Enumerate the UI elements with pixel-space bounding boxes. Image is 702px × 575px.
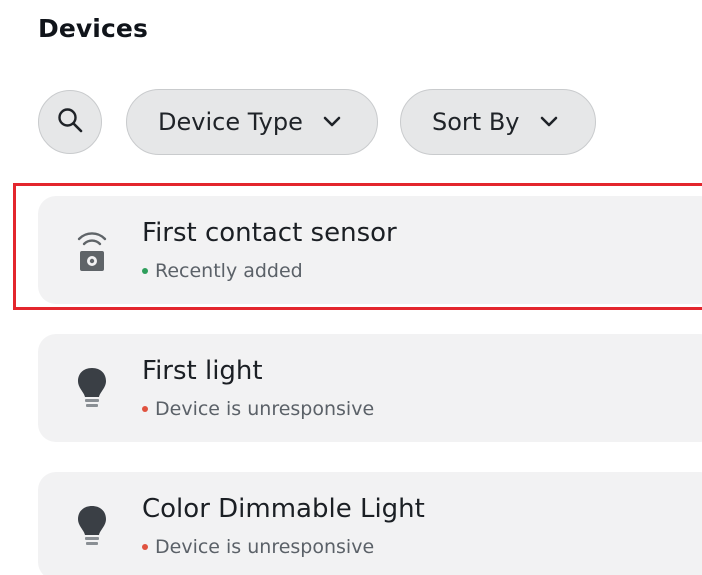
device-status-text: Device is unresponsive [155,536,375,558]
status-dot [142,268,148,274]
device-status: Recently added [142,260,303,282]
page-title: Devices [38,14,148,43]
sort-by-filter[interactable]: Sort By [400,89,596,155]
device-type-filter[interactable]: Device Type [126,89,378,155]
device-status-text: Recently added [155,260,303,282]
devices-page: Devices Device Type Sort By First contac… [0,0,702,575]
filter-bar: Device Type Sort By [38,89,596,155]
device-status: Device is unresponsive [142,398,374,420]
device-name: First contact sensor [142,218,397,248]
device-status-text: Device is unresponsive [155,398,375,420]
contact-sensor-icon [72,226,112,274]
status-dot [142,544,148,550]
device-type-label: Device Type [158,108,303,136]
search-button[interactable] [38,90,102,154]
sort-by-label: Sort By [432,108,520,136]
light-bulb-icon [72,502,112,550]
chevron-down-icon [540,116,558,128]
device-card-color-dimmable-light[interactable]: Color Dimmable Light Device is unrespons… [38,472,702,575]
device-status: Device is unresponsive [142,536,374,558]
device-card-first-contact-sensor[interactable]: First contact sensor Recently added [38,196,702,304]
chevron-down-icon [323,116,341,128]
search-icon [56,106,84,138]
device-name: Color Dimmable Light [142,494,425,524]
device-card-first-light[interactable]: First light Device is unresponsive [38,334,702,442]
light-bulb-icon [72,364,112,412]
status-dot [142,406,148,412]
device-name: First light [142,356,263,386]
